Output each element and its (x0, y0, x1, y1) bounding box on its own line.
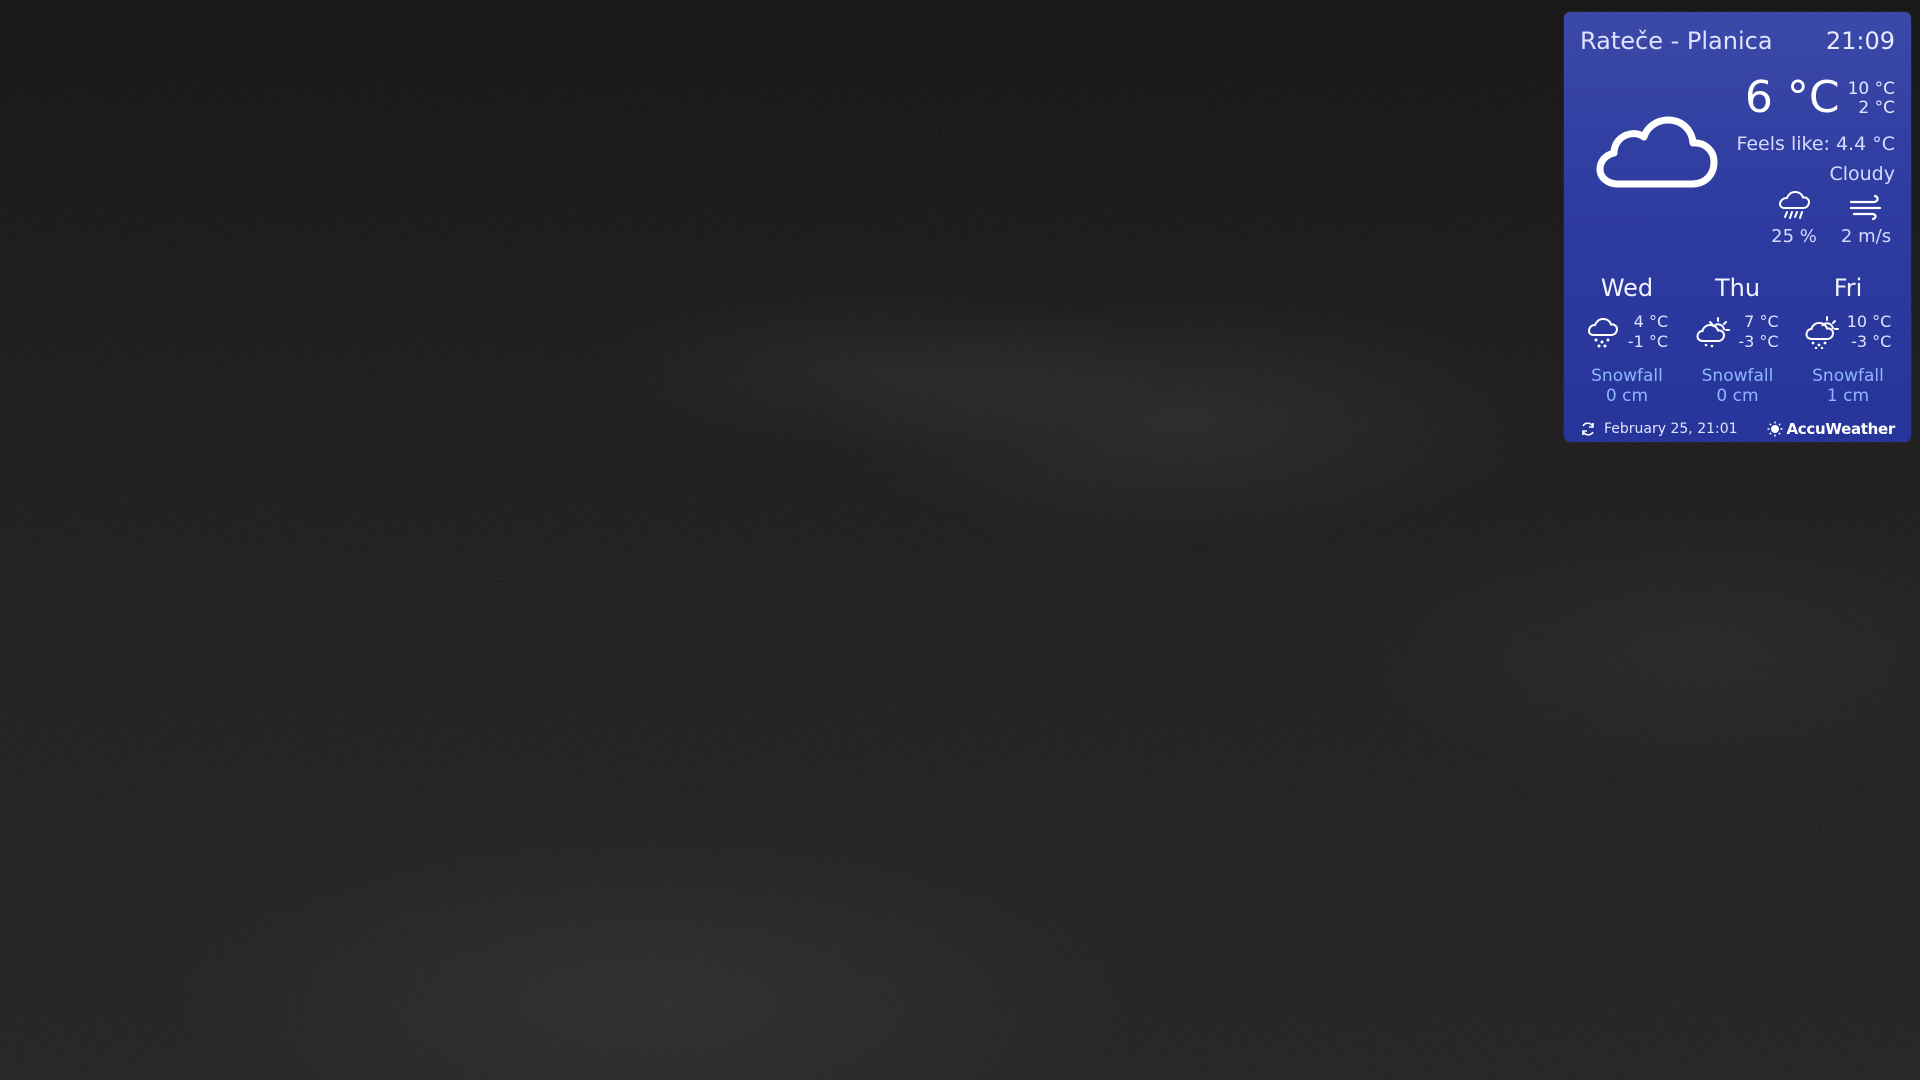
current-temperature-block: 6 °C 10 °C 2 °C (1745, 74, 1895, 122)
snowfall-amount: 0 cm (1716, 386, 1759, 406)
weather-condition: Cloudy (1829, 163, 1895, 185)
sun-logo-icon (1767, 421, 1782, 437)
snowfall: Snowfall 0 cm (1572, 366, 1682, 406)
wind-icon (1849, 194, 1882, 221)
location-name: Rateče - Planica (1580, 27, 1773, 55)
rain-cloud-icon (1778, 190, 1811, 219)
updated-timestamp: February 25, 21:01 (1604, 421, 1738, 437)
wind-value: 2 m/s (1840, 226, 1892, 247)
forecast-day-name: Fri (1833, 274, 1863, 302)
forecast-days: Wed 4 °C -1 °C Snowfall 0 cm Thu 7 °C -3… (1564, 274, 1911, 406)
current-temperature: 6 °C (1744, 72, 1840, 123)
accuweather-logo[interactable]: AccuWeather (1767, 420, 1896, 438)
last-updated: February 25, 21:01 (1580, 421, 1738, 437)
forecast-high: 4 °C (1633, 312, 1669, 331)
snowfall-label: Snowfall (1812, 366, 1884, 386)
forecast-low: -3 °C (1738, 332, 1779, 351)
sun-cloud-snow-icon (1805, 316, 1839, 349)
sun-cloud-icon (1696, 317, 1731, 348)
weather-widget: Rateče - Planica 21:09 6 °C 10 °C 2 °C F… (1564, 12, 1911, 442)
forecast-day: Fri 10 °C -3 °C Snowfall 1 cm (1793, 274, 1903, 406)
snow-cloud-icon (1587, 317, 1618, 348)
forecast-day: Thu 7 °C -3 °C Snowfall 0 cm (1683, 274, 1793, 406)
widget-footer: February 25, 21:01 AccuWeather (1580, 420, 1895, 438)
feels-like: Feels like: 4.4 °C (1736, 133, 1895, 155)
forecast-day-name: Wed (1600, 274, 1654, 302)
snowfall: Snowfall 1 cm (1793, 366, 1903, 406)
refresh-icon[interactable] (1580, 421, 1596, 437)
snowfall-label: Snowfall (1701, 366, 1774, 386)
forecast-day: Wed 4 °C -1 °C Snowfall 0 cm (1572, 274, 1682, 406)
cloud-icon (1596, 116, 1718, 188)
forecast-high: 10 °C (1846, 312, 1892, 331)
snowfall-amount: 1 cm (1826, 386, 1870, 406)
snowfall-label: Snowfall (1591, 366, 1663, 386)
temperature-low: 2 °C (1858, 98, 1895, 118)
widget-header: Rateče - Planica 21:09 (1580, 24, 1895, 58)
temperature-high: 10 °C (1847, 79, 1895, 99)
wind-block: 2 m/s (1836, 190, 1896, 247)
forecast-high: 7 °C (1744, 312, 1779, 331)
snowfall-amount: 0 cm (1605, 386, 1649, 406)
snowfall: Snowfall 0 cm (1683, 366, 1793, 406)
current-time: 21:09 (1825, 27, 1895, 55)
precipitation-value: 25 % (1771, 226, 1817, 247)
temperature-range: 10 °C 2 °C (1848, 74, 1895, 118)
forecast-low: -1 °C (1627, 332, 1669, 351)
brand-name: AccuWeather (1786, 420, 1896, 438)
forecast-low: -3 °C (1851, 332, 1892, 351)
precipitation-block: 25 % (1764, 190, 1824, 247)
forecast-day-name: Thu (1714, 274, 1761, 302)
